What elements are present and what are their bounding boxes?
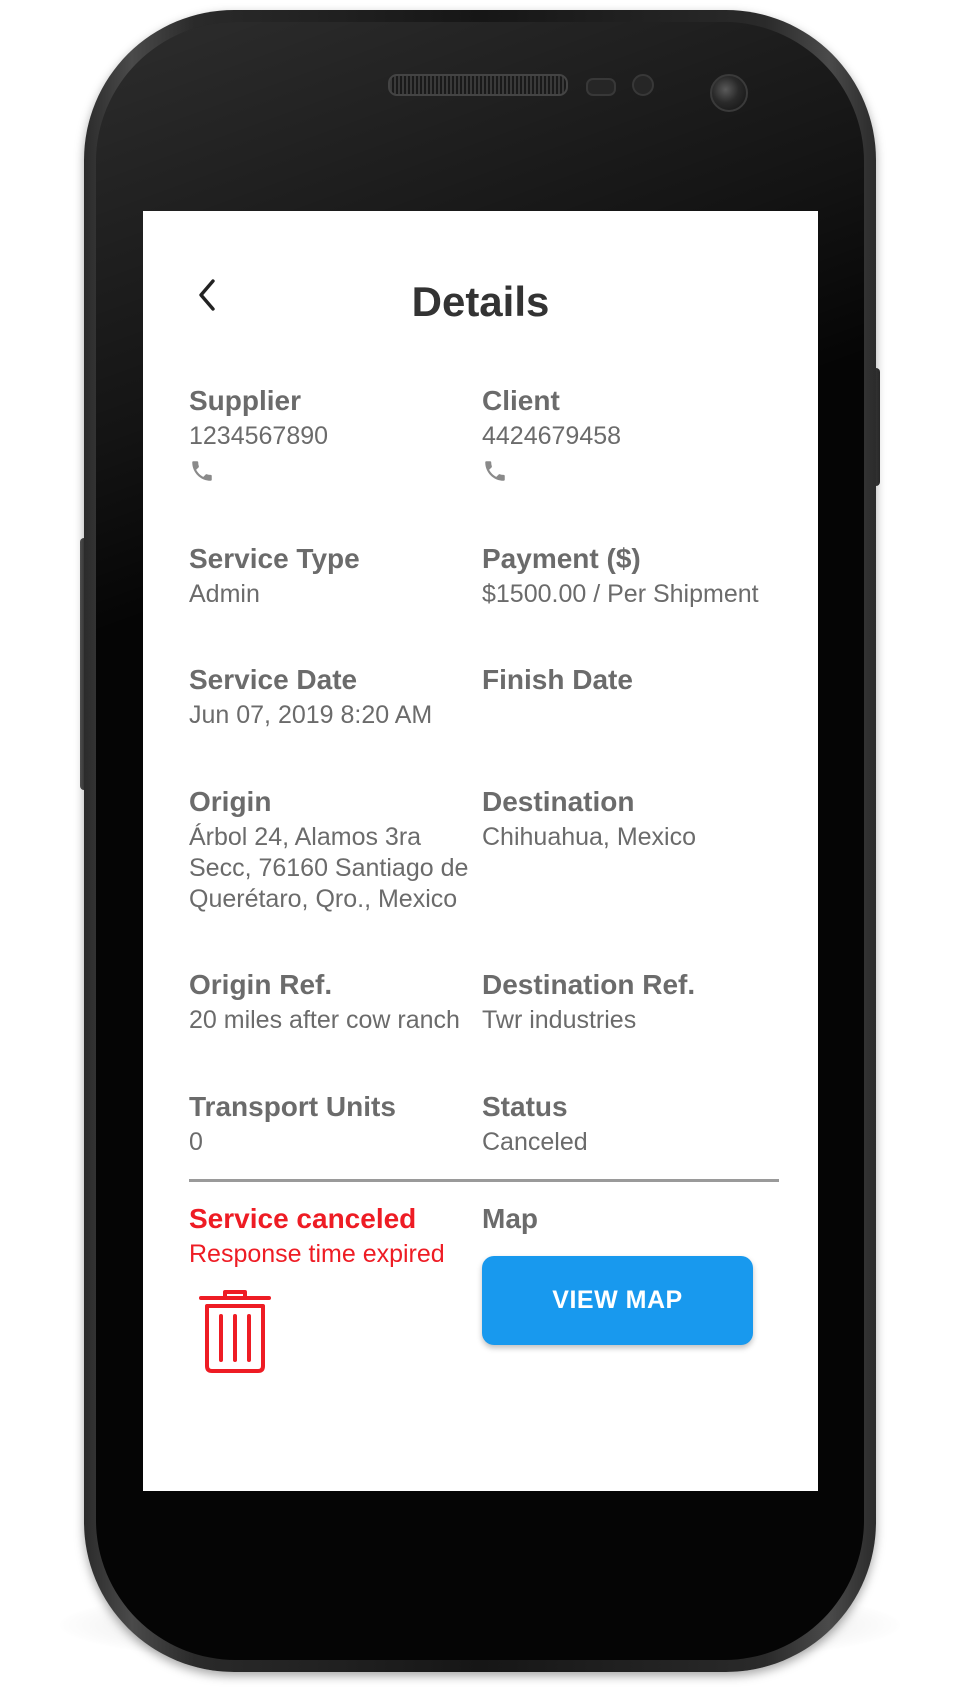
service-date-label: Service Date xyxy=(189,664,358,695)
app-screen: Details Supplier 1234567890 Client 44246… xyxy=(143,211,818,1491)
finish-date-label: Finish Date xyxy=(482,664,633,695)
cancellation-block: Service canceled Response time expired xyxy=(189,1201,482,1421)
details-row: Supplier 1234567890 Client 4424679458 xyxy=(189,383,779,541)
origin-label: Origin xyxy=(189,786,272,817)
payment-value: $1500.00 / Per Shipment xyxy=(482,580,759,608)
supplier-phone: 1234567890 xyxy=(189,422,329,450)
cancel-reason: Response time expired xyxy=(189,1240,445,1268)
origin-value: Árbol 24, Alamos 3ra Secc, 76160 Santiag… xyxy=(189,823,469,913)
details-row: Transport Units 0 Status Canceled xyxy=(189,1089,779,1169)
destination-ref-label: Destination Ref. xyxy=(482,969,696,1000)
details-row: Origin Ref. 20 miles after cow ranch Des… xyxy=(189,967,779,1089)
service-date-value: Jun 07, 2019 8:20 AM xyxy=(189,701,433,729)
payment-label: Payment ($) xyxy=(482,543,641,574)
transport-units-value: 0 xyxy=(189,1128,203,1156)
section-divider xyxy=(189,1179,779,1182)
service-type-field: Service Type Admin xyxy=(189,541,482,662)
light-sensor xyxy=(632,74,654,96)
origin-ref-label: Origin Ref. xyxy=(189,969,333,1000)
payment-field: Payment ($) $1500.00 / Per Shipment xyxy=(482,541,779,662)
details-row: Service Type Admin Payment ($) $1500.00 … xyxy=(189,541,779,662)
service-type-value: Admin xyxy=(189,580,260,608)
supplier-label: Supplier xyxy=(189,385,302,416)
details-row: Origin Árbol 24, Alamos 3ra Secc, 76160 … xyxy=(189,784,779,967)
service-date-field: Service Date Jun 07, 2019 8:20 AM xyxy=(189,662,482,784)
client-phone: 4424679458 xyxy=(482,422,622,450)
view-map-button[interactable]: VIEW MAP xyxy=(482,1256,753,1345)
origin-field: Origin Árbol 24, Alamos 3ra Secc, 76160 … xyxy=(189,784,482,967)
earpiece-speaker xyxy=(388,74,568,96)
status-field: Status Canceled xyxy=(482,1089,779,1169)
destination-value: Chihuahua, Mexico xyxy=(482,823,697,851)
map-label: Map xyxy=(482,1203,538,1234)
origin-ref-field: Origin Ref. 20 miles after cow ranch xyxy=(189,967,482,1089)
status-label: Status xyxy=(482,1091,568,1122)
destination-label: Destination xyxy=(482,786,635,817)
page-title: Details xyxy=(411,278,550,325)
destination-ref-field: Destination Ref. Twr industries xyxy=(482,967,779,1089)
destination-ref-value: Twr industries xyxy=(482,1006,637,1034)
client-label: Client xyxy=(482,385,560,416)
trash-icon[interactable] xyxy=(197,1288,273,1374)
details-row: Service Date Jun 07, 2019 8:20 AM Finish… xyxy=(189,662,779,784)
client-field: Client 4424679458 xyxy=(482,383,779,541)
details-grid: Supplier 1234567890 Client 4424679458 Se… xyxy=(189,383,779,1169)
actions-section: Service canceled Response time expired M… xyxy=(189,1201,779,1421)
proximity-sensor xyxy=(586,78,616,96)
transport-units-field: Transport Units 0 xyxy=(189,1089,482,1169)
map-block: Map VIEW MAP xyxy=(482,1201,779,1421)
transport-units-label: Transport Units xyxy=(189,1091,396,1122)
supplier-field: Supplier 1234567890 xyxy=(189,383,482,541)
front-camera xyxy=(710,74,748,112)
phone-icon[interactable] xyxy=(189,458,215,484)
destination-field: Destination Chihuahua, Mexico xyxy=(482,784,779,967)
service-type-label: Service Type xyxy=(189,543,360,574)
origin-ref-value: 20 miles after cow ranch xyxy=(189,1006,460,1034)
cancel-title: Service canceled xyxy=(189,1203,417,1234)
header: Details xyxy=(143,211,818,371)
finish-date-field: Finish Date xyxy=(482,662,779,784)
phone-icon[interactable] xyxy=(482,458,508,484)
status-value: Canceled xyxy=(482,1128,588,1156)
